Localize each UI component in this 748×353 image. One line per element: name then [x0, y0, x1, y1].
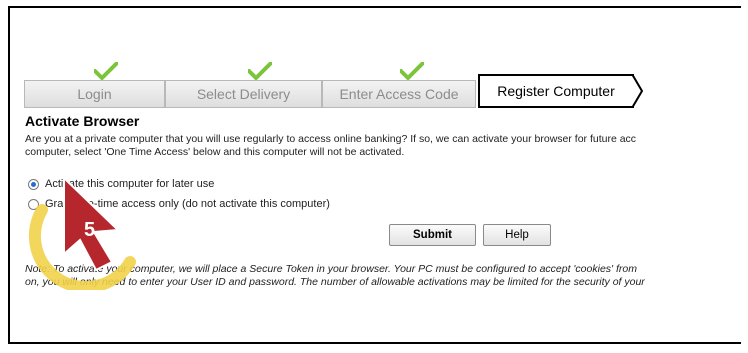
help-button[interactable]: Help	[483, 224, 551, 246]
submit-button[interactable]: Submit	[389, 224, 476, 246]
step-register-computer: Register Computer	[478, 74, 634, 108]
step-label: Enter Access Code	[339, 86, 459, 102]
checkmark-icon	[94, 62, 118, 80]
callout-number: 5	[84, 219, 95, 241]
section-title: Activate Browser	[25, 113, 140, 129]
checkmark-icon	[400, 62, 424, 80]
step-select-delivery: Select Delivery	[165, 80, 322, 108]
callout-highlight: 5	[28, 175, 136, 290]
step-arrow-icon	[632, 74, 644, 108]
section-description: Are you at a private computer that you w…	[25, 133, 748, 159]
description-line: computer, select 'One Time Access' below…	[25, 146, 405, 158]
description-line: Are you at a private computer that you w…	[25, 133, 637, 145]
checkmark-icon	[248, 62, 272, 80]
step-label: Select Delivery	[196, 86, 291, 102]
step-enter-access-code: Enter Access Code	[322, 80, 476, 108]
step-login: Login	[24, 80, 165, 108]
step-label: Register Computer	[497, 83, 615, 99]
step-label: Login	[77, 86, 112, 102]
